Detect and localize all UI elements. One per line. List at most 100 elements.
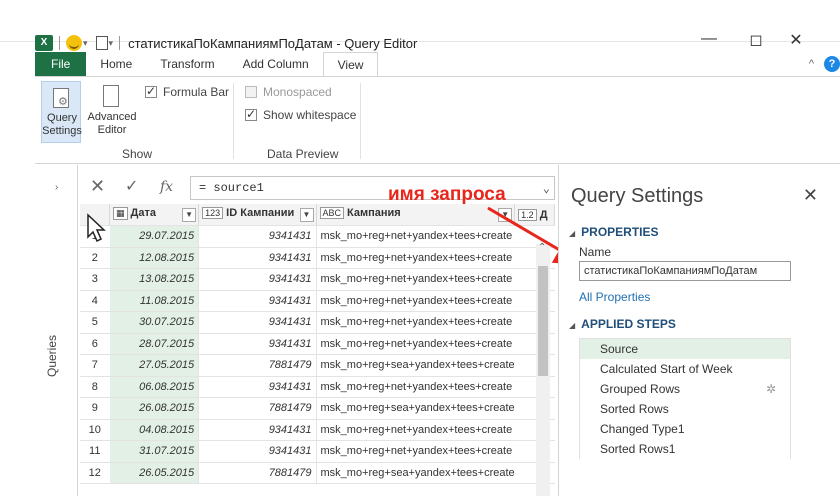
date-cell[interactable]: 11.08.2015 <box>109 290 199 312</box>
step-item-grouped-rows[interactable]: Grouped Rows ✲ <box>580 379 790 399</box>
campaign-cell[interactable]: msk_mo+reg+net+yandex+tees+create <box>315 440 515 463</box>
date-cell[interactable]: 29.07.2015 <box>109 225 199 248</box>
date-cell[interactable]: 06.08.2015 <box>109 376 199 398</box>
step-item-sorted-rows[interactable]: Sorted Rows <box>580 399 790 419</box>
tab-view[interactable]: View <box>322 52 379 76</box>
campaign-id-cell[interactable]: 9341431 <box>198 419 317 441</box>
table-row[interactable]: 129.07.20159341431msk_mo+reg+net+yandex+… <box>80 225 555 248</box>
close-window-button[interactable]: ✕ <box>781 30 811 50</box>
feedback-smiley-icon[interactable] <box>66 35 82 51</box>
collapse-ribbon-icon[interactable]: ^ <box>809 58 814 70</box>
campaign-id-cell[interactable]: 9341431 <box>198 247 317 269</box>
step-item-sorted-rows1[interactable]: Sorted Rows1 <box>580 439 790 459</box>
date-cell[interactable]: 26.08.2015 <box>109 397 199 420</box>
text-type-icon[interactable]: ABC <box>319 207 345 219</box>
step-item-source[interactable]: Source <box>580 339 790 359</box>
campaign-id-cell[interactable]: 9341431 <box>198 333 317 355</box>
decimal-type-icon[interactable]: 1.2 <box>518 208 537 221</box>
advanced-editor-button[interactable]: Advanced Editor <box>87 81 137 143</box>
column-header-id[interactable]: 123 ID Кампании ▼ <box>198 204 317 226</box>
date-cell[interactable]: 26.05.2015 <box>109 462 199 484</box>
scroll-up-icon[interactable]: ⌃ <box>538 242 546 253</box>
close-pane-button[interactable]: ✕ <box>803 185 818 206</box>
campaign-id-cell[interactable]: 9341431 <box>198 290 317 312</box>
chevron-down-icon[interactable]: ⌄ <box>543 178 550 200</box>
row-number[interactable]: 5 <box>80 311 110 334</box>
campaign-cell[interactable]: msk_mo+reg+sea+yandex+tees+create <box>315 397 515 420</box>
expand-pane-icon[interactable]: › <box>55 182 58 193</box>
query-name-input[interactable]: статистикаПоКампаниямПоДатам <box>579 261 791 281</box>
table-row[interactable]: 2 12.08.2015 9341431 msk_mo+reg+net+yandex+… <box>80 247 555 269</box>
row-number[interactable]: 2 <box>80 247 110 269</box>
campaign-cell[interactable]: msk_mo+reg+net+yandex+tees+create <box>315 290 515 312</box>
checkbox[interactable] <box>245 107 257 121</box>
date-cell[interactable]: 30.07.2015 <box>109 311 199 334</box>
row-number[interactable]: 9 <box>80 397 110 420</box>
date-cell[interactable]: 12.08.2015 <box>109 247 199 269</box>
date-cell[interactable]: 28.07.2015 <box>109 333 199 355</box>
filter-dropdown-icon[interactable]: ▼ <box>299 208 314 222</box>
column-header-4[interactable]: 1.2 Д <box>514 204 555 226</box>
tab-home[interactable]: Home <box>86 52 146 76</box>
properties-heading[interactable]: ◢ PROPERTIES <box>569 225 659 239</box>
campaign-id-cell[interactable]: 9341431 <box>198 311 317 334</box>
queries-pane[interactable]: › Queries <box>35 165 78 496</box>
campaign-cell[interactable]: msk_mo+reg+net+yandex+tees+create <box>315 333 515 355</box>
table-row[interactable]: 7 27.05.2015 7881479 msk_mo+reg+sea+yandex+… <box>80 354 555 377</box>
document-icon[interactable] <box>95 36 108 50</box>
campaign-cell[interactable]: msk_mo+reg+net+yandex+tees+create <box>315 419 515 441</box>
campaign-id-cell[interactable]: 9341431 <box>198 376 317 398</box>
vertical-scrollbar[interactable] <box>536 244 550 496</box>
date-cell[interactable]: 31.07.2015 <box>109 440 199 463</box>
table-row[interactable]: 5 30.07.2015 9341431 msk_mo+reg+net+yandex+… <box>80 311 555 334</box>
filter-dropdown-icon[interactable]: ▼ <box>498 208 513 222</box>
campaign-cell[interactable]: msk_mo+reg+net+yandex+tees+create <box>315 225 515 248</box>
row-number[interactable]: 3 <box>80 268 110 291</box>
query-settings-button[interactable]: Query Settings <box>41 81 82 143</box>
table-row[interactable]: 3 13.08.2015 9341431 msk_mo+reg+net+yandex+… <box>80 268 555 291</box>
table-row[interactable]: 6 28.07.2015 9341431 msk_mo+reg+net+yandex+… <box>80 333 555 355</box>
campaign-id-cell[interactable]: 9341431 <box>198 440 317 463</box>
date-cell[interactable]: 04.08.2015 <box>109 419 199 441</box>
campaign-id-cell[interactable]: 9341431 <box>198 268 317 291</box>
formula-bar-checkbox[interactable]: Formula Bar <box>145 84 229 99</box>
row-number[interactable]: 11 <box>80 440 110 463</box>
row-number[interactable]: 4 <box>80 290 110 312</box>
minimize-button[interactable]: — <box>694 30 724 50</box>
table-row[interactable]: 8 06.08.2015 9341431 msk_mo+reg+net+yandex+… <box>80 376 555 398</box>
campaign-cell[interactable]: msk_mo+reg+net+yandex+tees+create <box>315 376 515 398</box>
filter-dropdown-icon[interactable]: ▼ <box>182 208 197 222</box>
row-number[interactable]: 8 <box>80 376 110 398</box>
campaign-id-cell[interactable]: 7881479 <box>198 354 317 377</box>
campaign-cell[interactable]: msk_mo+reg+sea+yandex+tees+create <box>315 354 515 377</box>
monospaced-checkbox[interactable]: Monospaced <box>245 85 332 99</box>
checkbox[interactable] <box>245 86 257 98</box>
step-item-changed-type1[interactable]: Changed Type1 <box>580 419 790 439</box>
commit-formula-icon[interactable]: ✓ <box>125 176 138 196</box>
applied-steps-heading[interactable]: ◢ APPLIED STEPS <box>569 317 676 331</box>
table-row[interactable]: 10 04.08.2015 9341431 msk_mo+reg+net+yandex… <box>80 419 555 441</box>
date-cell[interactable]: 13.08.2015 <box>109 268 199 291</box>
campaign-id-cell[interactable]: 9341431 <box>198 225 317 248</box>
number-type-icon[interactable]: 123 <box>202 207 224 219</box>
customize-toolbar-icon[interactable]: ▾ <box>109 38 114 49</box>
cancel-formula-icon[interactable]: ✕ <box>90 176 105 197</box>
help-icon[interactable]: ? <box>824 56 840 72</box>
row-number[interactable]: 10 <box>80 419 110 441</box>
campaign-id-cell[interactable]: 7881479 <box>198 397 317 420</box>
campaign-id-cell[interactable]: 7881479 <box>198 462 317 484</box>
row-number[interactable]: 12 <box>80 462 110 484</box>
show-whitespace-checkbox[interactable]: Show whitespace <box>245 107 356 122</box>
campaign-cell[interactable]: msk_mo+reg+net+yandex+tees+create <box>315 311 515 334</box>
scrollbar-thumb[interactable] <box>538 266 548 376</box>
row-number[interactable]: 6 <box>80 333 110 355</box>
date-cell[interactable]: 27.05.2015 <box>109 354 199 377</box>
table-row[interactable]: 9 26.08.2015 7881479 msk_mo+reg+sea+yandex+… <box>80 397 555 420</box>
date-type-icon[interactable]: ▦ <box>113 207 128 220</box>
checkbox[interactable] <box>145 84 157 98</box>
table-row[interactable]: 4 11.08.2015 9341431 msk_mo+reg+net+yandex+… <box>80 290 555 312</box>
gear-icon[interactable]: ✲ <box>766 379 776 399</box>
campaign-cell[interactable]: msk_mo+reg+net+yandex+tees+create <box>315 268 515 291</box>
row-number[interactable]: 7 <box>80 354 110 377</box>
table-row[interactable]: 11 31.07.2015 9341431 msk_mo+reg+net+yandex… <box>80 440 555 463</box>
